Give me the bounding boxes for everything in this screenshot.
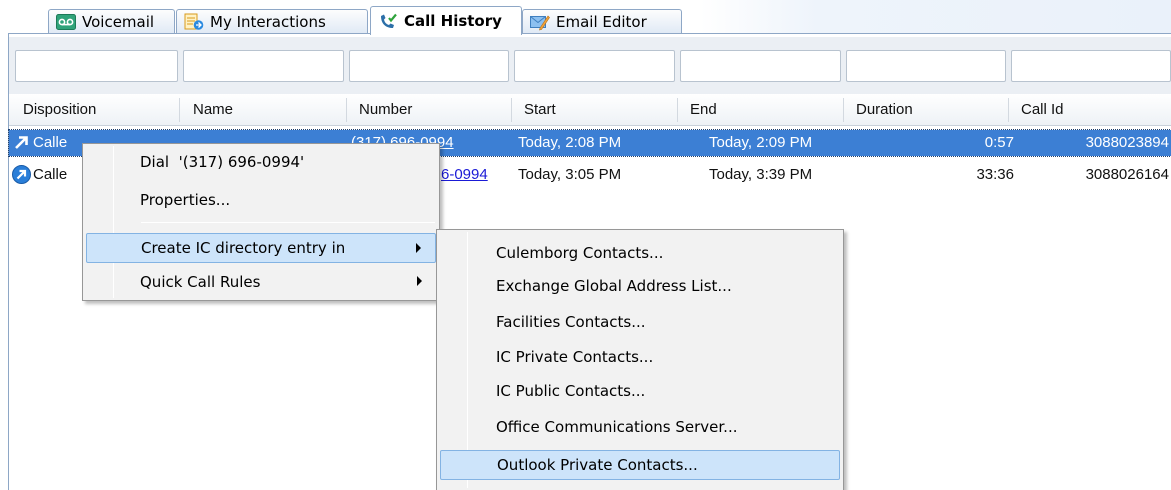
submenu-item-facilities-contacts[interactable]: Facilities Contacts... <box>440 307 840 337</box>
submenu-item-label: IC Public Contacts... <box>496 382 646 400</box>
menu-item-create-ic-directory-entry[interactable]: Create IC directory entry in <box>86 233 436 263</box>
tab-strip: Voicemail My Interactions Call History E… <box>0 0 1171 35</box>
tab-email-editor[interactable]: Email Editor <box>522 9 682 34</box>
submenu-item-ic-public-contacts[interactable]: IC Public Contacts... <box>440 376 840 406</box>
menu-item-dial-label: Dial '(317) 696-0994' <box>140 153 305 171</box>
column-header-name[interactable]: Name <box>193 101 233 118</box>
submenu-arrow-icon <box>417 276 422 286</box>
column-divider[interactable] <box>677 98 678 122</box>
email-editor-icon <box>530 15 550 31</box>
filter-number[interactable] <box>349 50 509 82</box>
tab-voicemail[interactable]: Voicemail <box>48 9 175 34</box>
submenu-item-label: IC Private Contacts... <box>496 348 654 366</box>
submenu-item-label: Culemborg Contacts... <box>496 244 664 262</box>
cell-disposition: Calle <box>33 134 68 151</box>
cell-start: Today, 2:08 PM <box>518 134 622 151</box>
cell-duration: 0:57 <box>984 134 1014 151</box>
call-history-icon <box>381 13 397 28</box>
tab-call-history-label: Call History <box>404 12 502 30</box>
submenu-item-label: Outlook Private Contacts... <box>497 456 698 474</box>
tab-voicemail-label: Voicemail <box>82 13 155 31</box>
cell-call-id: 3088023894 <box>1085 134 1169 151</box>
column-header-number[interactable]: Number <box>359 101 412 118</box>
submenu-item-label: Facilities Contacts... <box>496 313 646 331</box>
filter-end[interactable] <box>680 50 841 82</box>
column-divider[interactable] <box>843 98 844 122</box>
filter-call-id[interactable] <box>1011 50 1171 82</box>
directory-submenu: Culemborg Contacts... Exchange Global Ad… <box>436 229 844 490</box>
menu-separator <box>141 222 435 223</box>
filter-duration[interactable] <box>846 50 1006 82</box>
voicemail-icon <box>56 14 76 30</box>
submenu-item-culemborg-contacts[interactable]: Culemborg Contacts... <box>440 238 840 268</box>
outbound-call-icon <box>12 165 31 184</box>
submenu-item-exchange-global-address-list[interactable]: Exchange Global Address List... <box>440 271 840 301</box>
cell-duration: 33:36 <box>976 166 1014 183</box>
column-divider[interactable] <box>1008 98 1009 122</box>
submenu-item-label: Office Communications Server... <box>496 418 738 436</box>
tab-strip-background <box>700 0 1171 33</box>
cell-disposition: Calle <box>33 166 68 183</box>
column-header-start[interactable]: Start <box>524 101 556 118</box>
cell-number-link[interactable]: 6-0994 <box>441 166 488 183</box>
menu-item-create-ic-directory-entry-label: Create IC directory entry in <box>141 239 346 257</box>
outbound-call-icon <box>15 136 28 149</box>
menu-item-dial[interactable]: Dial '(317) 696-0994' <box>86 147 436 177</box>
submenu-item-label: Exchange Global Address List... <box>496 277 732 295</box>
filter-name[interactable] <box>183 50 344 82</box>
column-header-duration[interactable]: Duration <box>856 101 913 118</box>
interactions-icon <box>184 13 204 30</box>
tab-call-history[interactable]: Call History <box>370 6 522 35</box>
menu-item-quick-call-rules[interactable]: Quick Call Rules <box>86 267 436 297</box>
cell-end: Today, 2:09 PM <box>709 134 813 151</box>
cell-start: Today, 3:05 PM <box>518 166 622 183</box>
column-divider[interactable] <box>511 98 512 122</box>
filter-row <box>9 37 1171 94</box>
submenu-item-office-communications-server[interactable]: Office Communications Server... <box>440 412 840 442</box>
menu-item-quick-call-rules-label: Quick Call Rules <box>140 273 261 291</box>
submenu-item-outlook-private-contacts[interactable]: Outlook Private Contacts... <box>440 450 840 480</box>
menu-item-properties-label: Properties... <box>140 191 231 209</box>
column-divider[interactable] <box>346 98 347 122</box>
cell-end: Today, 3:39 PM <box>709 166 813 183</box>
submenu-arrow-icon <box>416 243 421 253</box>
context-menu: Dial '(317) 696-0994' Properties... Crea… <box>82 143 440 301</box>
menu-item-properties[interactable]: Properties... <box>86 185 436 215</box>
column-header-call-id[interactable]: Call Id <box>1021 101 1064 118</box>
column-header-disposition[interactable]: Disposition <box>23 101 96 118</box>
submenu-item-ic-private-contacts[interactable]: IC Private Contacts... <box>440 342 840 372</box>
column-header-end[interactable]: End <box>690 101 717 118</box>
cell-call-id: 3088026164 <box>1085 166 1169 183</box>
filter-start[interactable] <box>514 50 675 82</box>
column-divider[interactable] <box>179 98 180 122</box>
tab-email-editor-label: Email Editor <box>556 13 647 31</box>
column-header-row: Disposition Name Number Start End Durati… <box>9 94 1171 126</box>
tab-my-interactions-label: My Interactions <box>210 13 326 31</box>
tab-my-interactions[interactable]: My Interactions <box>176 9 368 34</box>
filter-disposition[interactable] <box>15 50 178 82</box>
